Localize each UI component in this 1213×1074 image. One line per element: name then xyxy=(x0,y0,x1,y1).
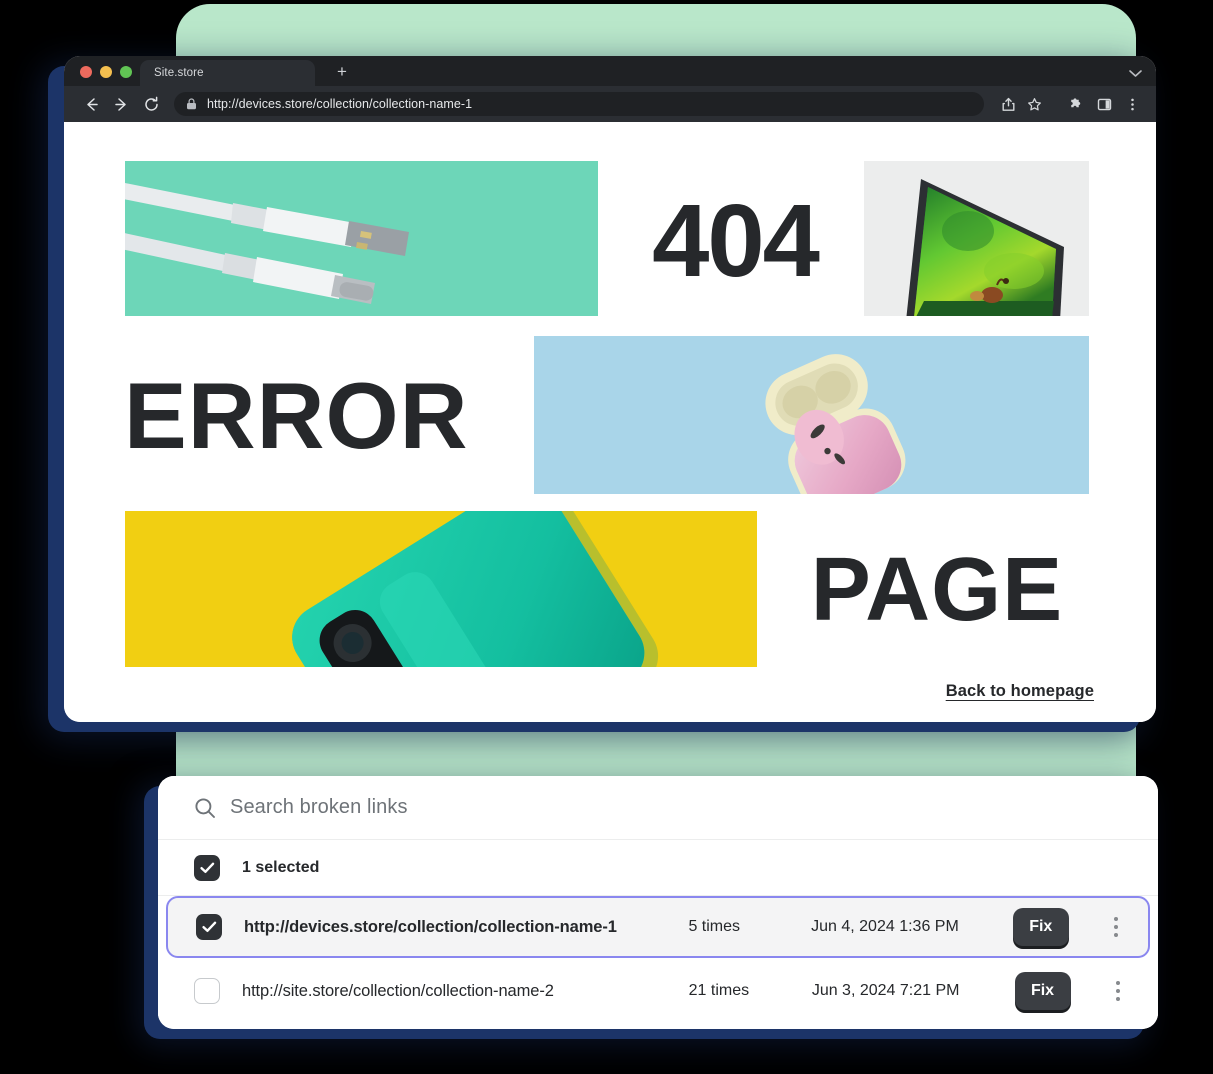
share-icon[interactable] xyxy=(996,92,1020,116)
error-code-text: 404 xyxy=(652,182,820,298)
fix-button[interactable]: Fix xyxy=(1014,972,1071,1010)
back-arrow-icon[interactable] xyxy=(78,91,104,117)
search-icon xyxy=(194,797,216,819)
selection-count-label: 1 selected xyxy=(242,858,320,876)
chevron-down-icon[interactable] xyxy=(1129,70,1142,78)
search-input[interactable]: Search broken links xyxy=(230,796,408,819)
error-word-label: ERROR xyxy=(124,362,469,468)
broken-link-url[interactable]: http://site.store/collection/collection-… xyxy=(242,982,667,1001)
error-code-404: 404 xyxy=(620,150,850,330)
lock-icon xyxy=(186,98,197,110)
broken-links-panel-inner: Search broken links 1 selected http://de… xyxy=(158,776,1158,1029)
row-checkbox[interactable] xyxy=(194,978,220,1004)
broken-link-timestamp: Jun 4, 2024 1:36 PM xyxy=(811,918,959,935)
tv-screen-photo xyxy=(864,161,1089,316)
usb-cables-photo xyxy=(125,161,598,316)
table-row[interactable]: http://site.store/collection/collection-… xyxy=(158,958,1158,1024)
page-word-label: PAGE xyxy=(810,540,1064,640)
search-bar[interactable]: Search broken links xyxy=(158,776,1158,840)
three-dot-menu-icon[interactable] xyxy=(1107,972,1130,1010)
selection-header-row: 1 selected xyxy=(158,840,1158,896)
reload-icon[interactable] xyxy=(138,91,164,117)
browser-window: Site.store + http://devices.store/collec… xyxy=(64,56,1156,722)
address-bar[interactable]: http://devices.store/collection/collecti… xyxy=(174,92,984,116)
browser-tabstrip: Site.store + xyxy=(64,56,1156,86)
earbuds-photo xyxy=(534,336,1089,494)
screenshot-canvas: Site.store + http://devices.store/collec… xyxy=(0,0,1213,1074)
table-row[interactable]: http://devices.store/collection/collecti… xyxy=(166,896,1150,958)
new-tab-button[interactable]: + xyxy=(325,59,359,85)
back-to-homepage-link[interactable]: Back to homepage xyxy=(946,682,1094,701)
fix-button[interactable]: Fix xyxy=(1012,908,1069,946)
broken-link-url[interactable]: http://devices.store/collection/collecti… xyxy=(244,918,666,937)
window-traffic-lights xyxy=(76,66,140,86)
broken-links-panel: Search broken links 1 selected http://de… xyxy=(158,776,1158,1029)
new-tab-label: + xyxy=(337,62,347,81)
error-page-content: 404 ERROR PAGE Back to homepage xyxy=(64,122,1156,722)
broken-link-hits: 5 times xyxy=(688,918,741,935)
browser-toolbar: http://devices.store/collection/collecti… xyxy=(64,86,1156,122)
puzzle-icon[interactable] xyxy=(1064,92,1088,116)
tab-title: Site.store xyxy=(154,67,204,79)
broken-link-timestamp: Jun 3, 2024 7:21 PM xyxy=(811,982,960,999)
three-dot-menu-icon[interactable] xyxy=(1120,92,1144,116)
row-checkbox[interactable] xyxy=(196,914,222,940)
close-window-button[interactable] xyxy=(80,66,92,78)
three-dot-menu-icon[interactable] xyxy=(1105,908,1128,946)
minimize-window-button[interactable] xyxy=(100,66,112,78)
omnibox-actions xyxy=(996,92,1046,116)
star-icon[interactable] xyxy=(1022,92,1046,116)
select-all-checkbox[interactable] xyxy=(194,854,220,881)
maximize-window-button[interactable] xyxy=(120,66,132,78)
forward-arrow-icon[interactable] xyxy=(108,91,134,117)
address-bar-url: http://devices.store/collection/collecti… xyxy=(207,97,473,111)
error-word-text: ERROR xyxy=(124,338,524,493)
phone-photo xyxy=(125,511,757,667)
browser-tab[interactable]: Site.store xyxy=(140,60,315,86)
broken-link-hits: 21 times xyxy=(688,982,750,999)
side-panel-icon[interactable] xyxy=(1092,92,1116,116)
page-word-text: PAGE xyxy=(782,512,1092,668)
